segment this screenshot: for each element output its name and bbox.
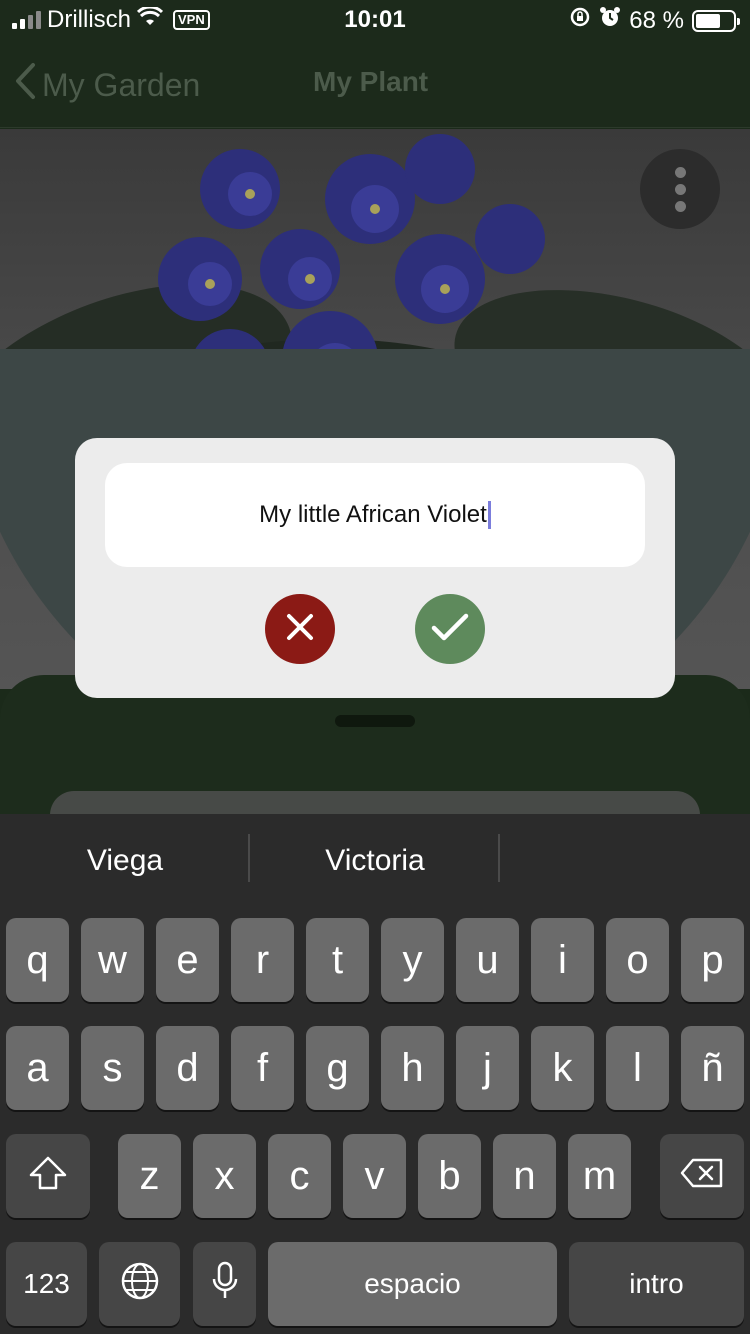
key-f[interactable]: f <box>231 1026 294 1110</box>
alarm-icon <box>599 6 621 35</box>
suggestion-item[interactable]: Victoria <box>250 844 500 878</box>
key-g[interactable]: g <box>306 1026 369 1110</box>
shift-key[interactable] <box>6 1134 90 1218</box>
globe-icon <box>120 1261 160 1308</box>
key-p[interactable]: p <box>681 918 744 1002</box>
keyboard: Viega Victoria q w e r t y u i o p a s d… <box>0 814 750 1334</box>
dictation-key[interactable] <box>193 1242 256 1326</box>
text-cursor <box>487 501 491 529</box>
chevron-left-icon <box>14 62 36 108</box>
rotation-lock-icon <box>569 6 591 35</box>
key-v[interactable]: v <box>343 1134 406 1218</box>
key-b[interactable]: b <box>418 1134 481 1218</box>
key-o[interactable]: o <box>606 918 669 1002</box>
checkmark-icon <box>430 611 470 648</box>
key-d[interactable]: d <box>156 1026 219 1110</box>
back-label: My Garden <box>42 66 201 103</box>
sheet-handle[interactable] <box>335 715 415 727</box>
key-y[interactable]: y <box>381 918 444 1002</box>
suggestion-item[interactable]: Viega <box>0 844 250 878</box>
key-j[interactable]: j <box>456 1026 519 1110</box>
plant-name-input[interactable]: My little African Violet <box>105 463 645 567</box>
key-z[interactable]: z <box>118 1134 181 1218</box>
shift-icon <box>28 1155 68 1198</box>
back-button[interactable]: My Garden <box>14 62 200 108</box>
microphone-icon <box>211 1261 239 1308</box>
close-icon <box>284 611 316 648</box>
rename-dialog: My little African Violet <box>75 438 675 698</box>
suggestion-divider <box>498 834 500 882</box>
key-a[interactable]: a <box>6 1026 69 1110</box>
key-h[interactable]: h <box>381 1026 444 1110</box>
globe-key[interactable] <box>99 1242 180 1326</box>
key-l[interactable]: l <box>606 1026 669 1110</box>
backspace-icon <box>679 1157 725 1196</box>
key-q[interactable]: q <box>6 918 69 1002</box>
key-s[interactable]: s <box>81 1026 144 1110</box>
navigation-bar: My Garden My Plant <box>0 40 750 128</box>
battery-percent: 68 % <box>629 6 684 34</box>
key-c[interactable]: c <box>268 1134 331 1218</box>
confirm-button[interactable] <box>415 594 485 664</box>
status-right: 68 % <box>569 6 740 35</box>
page-title: My Plant <box>313 66 429 97</box>
key-t[interactable]: t <box>306 918 369 1002</box>
key-i[interactable]: i <box>531 918 594 1002</box>
space-key[interactable]: espacio <box>268 1242 557 1326</box>
key-n-tilde[interactable]: ñ <box>681 1026 744 1110</box>
key-u[interactable]: u <box>456 918 519 1002</box>
suggestion-bar: Viega Victoria <box>0 814 750 914</box>
cancel-button[interactable] <box>265 594 335 664</box>
battery-icon <box>692 9 740 32</box>
return-key[interactable]: intro <box>569 1242 744 1326</box>
key-m[interactable]: m <box>568 1134 631 1218</box>
key-r[interactable]: r <box>231 918 294 1002</box>
key-e[interactable]: e <box>156 918 219 1002</box>
plant-name-value: My little African Violet <box>259 501 487 528</box>
key-w[interactable]: w <box>81 918 144 1002</box>
numbers-key[interactable]: 123 <box>6 1242 87 1326</box>
status-bar: Drillisch VPN 10:01 68 % <box>0 0 750 40</box>
key-x[interactable]: x <box>193 1134 256 1218</box>
key-n[interactable]: n <box>493 1134 556 1218</box>
key-k[interactable]: k <box>531 1026 594 1110</box>
backspace-key[interactable] <box>660 1134 744 1218</box>
more-options-button[interactable] <box>640 149 720 229</box>
